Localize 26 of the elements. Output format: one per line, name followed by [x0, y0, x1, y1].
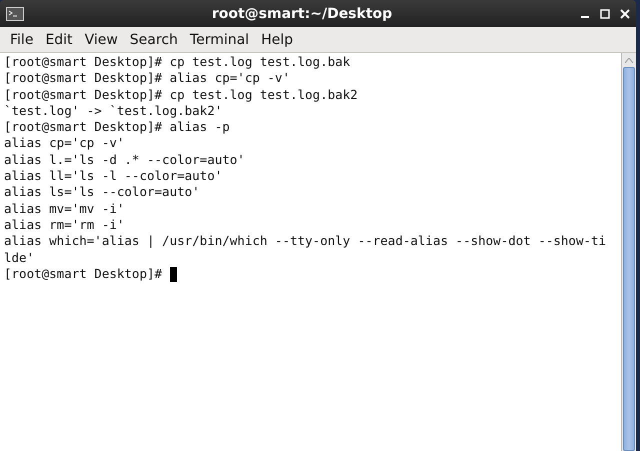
menu-item[interactable]: Search: [124, 30, 184, 50]
terminal-line: [root@smart Desktop]#: [4, 266, 162, 282]
terminal-line: lde': [4, 250, 34, 266]
menu-item[interactable]: Terminal: [184, 30, 256, 50]
window-title: root@smart:~/Desktop: [210, 6, 394, 22]
scrollbar-thumb[interactable]: [623, 67, 635, 451]
terminal-line: alias which='alias | /usr/bin/which --tty-only --read-alias --show-dot --show-ti: [4, 233, 606, 250]
terminal-line: alias l.='ls -d .* --color=auto': [4, 152, 245, 168]
menu-item[interactable]: View: [78, 30, 124, 50]
terminal-line: `test.log' -> `test.log.bak2': [4, 102, 222, 120]
menu-item[interactable]: Help: [255, 30, 299, 50]
terminal-line: alias ls='ls --color=auto': [4, 184, 200, 201]
terminal-icon: [6, 6, 24, 20]
terminal-line: alias mv='mv -i': [4, 200, 124, 217]
terminal-line: alias rm='rm -i': [4, 216, 124, 234]
scrollbar[interactable]: [621, 53, 636, 451]
terminal-line: alias ll='ls -l --color=auto': [4, 168, 222, 184]
terminal-line: [root@smart Desktop]# alias -p: [4, 119, 230, 136]
menu-item[interactable]: Edit: [39, 30, 79, 50]
close-icon[interactable]: [620, 8, 630, 18]
menu-item[interactable]: File: [4, 30, 40, 50]
terminal-line: [root@smart Desktop]# cp test.log test.log.bak: [4, 54, 350, 70]
terminal-line: [root@smart Desktop]# cp test.log test.log.bak2: [4, 86, 358, 103]
maximize-icon[interactable]: [600, 8, 610, 18]
terminal-line: alias cp='cp -v': [4, 135, 124, 152]
terminal-line: [root@smart Desktop]# alias cp='cp -v': [4, 70, 290, 87]
